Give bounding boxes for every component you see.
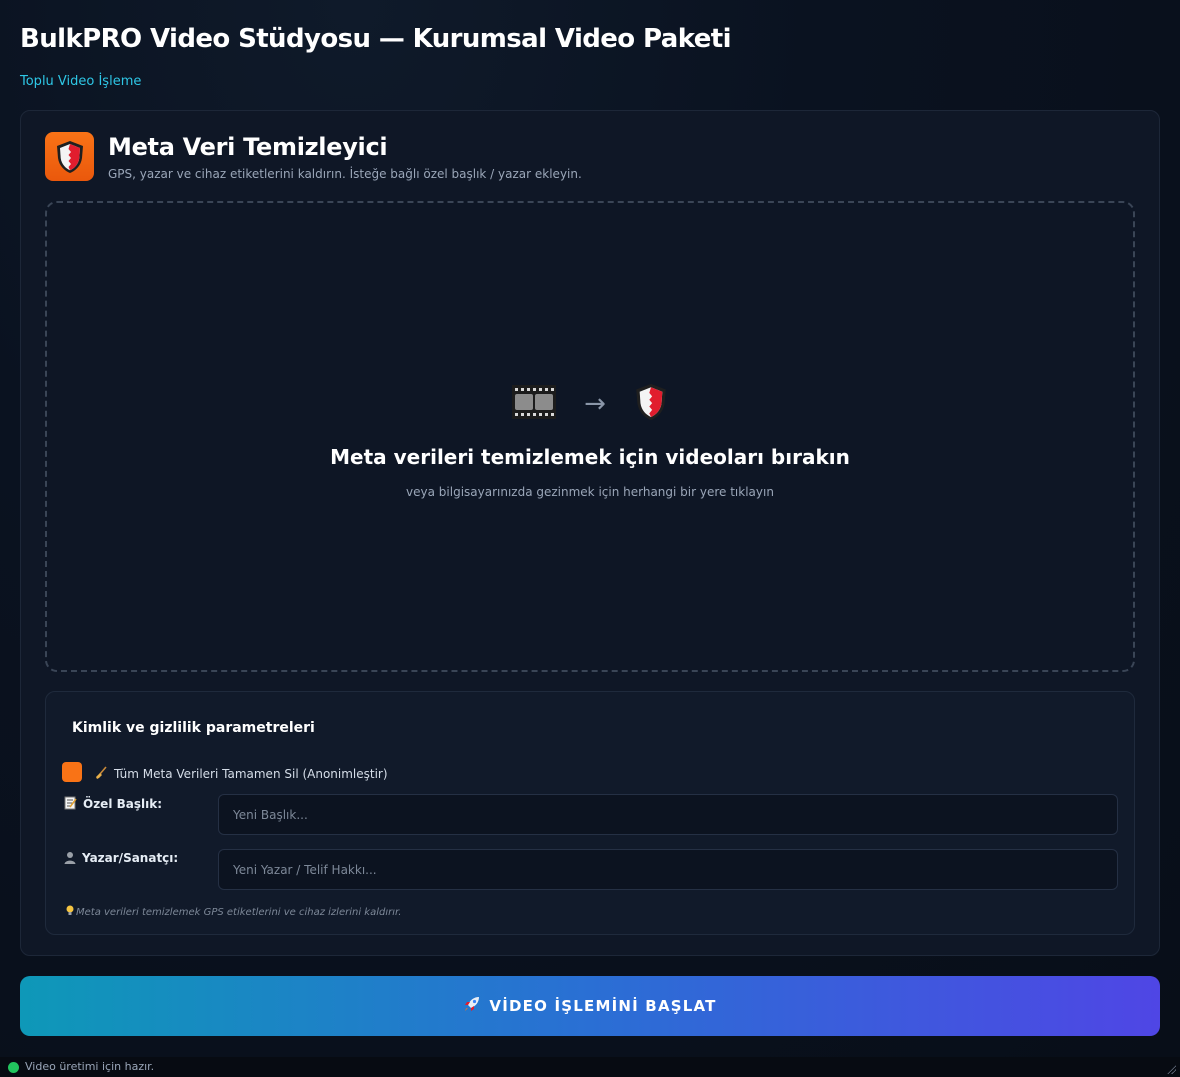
broom-icon xyxy=(94,766,108,783)
params-title: Kimlik ve gizlilik parametreleri xyxy=(72,720,315,736)
start-processing-label: VİDEO İŞLEMİNİ BAŞLAT xyxy=(489,997,717,1015)
dropzone-subtitle: veya bilgisayarınızda gezinmek için herh… xyxy=(406,485,774,499)
rocket-icon xyxy=(463,995,481,1017)
strip-all-label[interactable]: Tüm Meta Verileri Tamamen Sil (Anonimleş… xyxy=(94,766,388,783)
status-bar: Video üretimi için hazır. xyxy=(0,1057,1180,1077)
tool-card: Meta Veri Temizleyici GPS, yazar ve ciha… xyxy=(20,110,1160,956)
privacy-params-panel: Kimlik ve gizlilik parametreleri Tüm Met… xyxy=(45,691,1135,935)
author-input[interactable] xyxy=(218,849,1118,890)
resize-grip-icon[interactable] xyxy=(1166,1064,1176,1074)
app-title: BulkPRO Video Stüdyosu — Kurumsal Video … xyxy=(20,24,731,54)
lightbulb-icon xyxy=(66,905,74,919)
status-text: Video üretimi için hazır. xyxy=(25,1060,155,1073)
subnav-link[interactable]: Toplu Video İşleme xyxy=(20,74,141,89)
status-indicator xyxy=(8,1062,19,1073)
author-label: Yazar/Sanatçı: xyxy=(64,851,178,867)
film-strip-icon xyxy=(512,385,557,423)
person-silhouette-icon xyxy=(64,851,76,867)
strip-all-checkbox[interactable] xyxy=(62,762,82,782)
shield-icon xyxy=(45,132,94,181)
video-dropzone[interactable]: → Meta verileri temizlemek için videolar… xyxy=(45,201,1135,672)
dropzone-icons: → xyxy=(47,381,1133,427)
params-hint: Meta verileri temizlemek GPS etiketlerin… xyxy=(66,905,401,919)
arrow-icon: → xyxy=(584,389,606,419)
tool-description: GPS, yazar ve cihaz etiketlerini kaldırı… xyxy=(108,167,582,181)
dropzone-title: Meta verileri temizlemek için videoları … xyxy=(330,445,850,469)
custom-title-input[interactable] xyxy=(218,794,1118,835)
start-processing-button[interactable]: VİDEO İŞLEMİNİ BAŞLAT xyxy=(20,976,1160,1036)
tool-title: Meta Veri Temizleyici xyxy=(108,133,388,161)
shield-icon xyxy=(634,381,668,427)
custom-title-label: Özel Başlık: xyxy=(64,796,162,813)
memo-icon xyxy=(64,796,77,813)
